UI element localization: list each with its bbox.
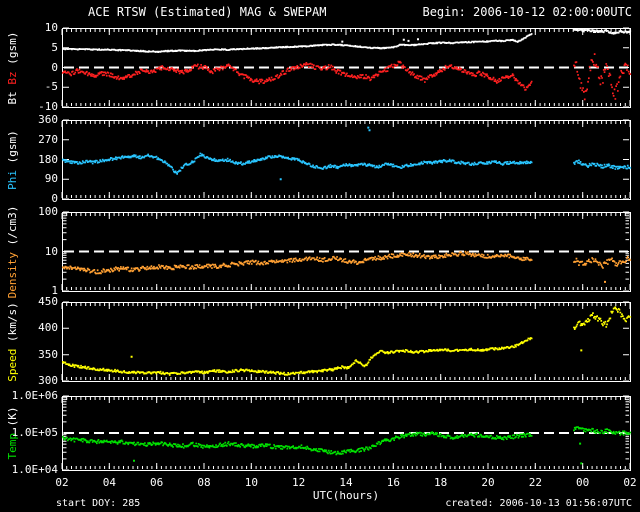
- y-tick-label: 270: [38, 132, 58, 146]
- y-ticks: [63, 119, 629, 200]
- chart-canvas: [61, 27, 632, 471]
- x-tick-label: 18: [434, 476, 448, 489]
- x-tick-label: 02: [623, 476, 637, 489]
- x-major-ticks: [61, 303, 631, 380]
- panel-frame-speed: [62, 302, 631, 382]
- x-minor-ticks: [61, 121, 631, 198]
- y-tick-label: 450: [38, 295, 58, 308]
- y-tick-label: 180: [38, 152, 58, 166]
- x-tick-label: 00: [576, 476, 590, 489]
- y-tick-label: 400: [38, 321, 58, 335]
- x-tick-label: 14: [339, 476, 353, 489]
- series-Bt: [62, 29, 632, 53]
- series-Phi: [62, 126, 632, 181]
- x-tick-label: 22: [528, 476, 542, 489]
- x-tick-label: 04: [102, 476, 116, 489]
- series-Temp: [62, 426, 632, 465]
- y-tick-label: 90: [44, 172, 58, 186]
- x-major-ticks: [61, 121, 631, 198]
- y-tick-label: 5: [51, 40, 58, 54]
- x-tick-label: 08: [197, 476, 211, 489]
- y-tick-label: 1.0E+05: [11, 426, 58, 439]
- y-tick-label: -5: [44, 80, 58, 94]
- y-tick-label: 1.0E+06: [11, 389, 58, 402]
- x-minor-ticks: [61, 303, 631, 380]
- series-Density: [62, 250, 632, 283]
- y-tick-label: -10: [38, 100, 58, 113]
- x-tick-label: 06: [150, 476, 164, 489]
- panel-frame-phi: [62, 120, 631, 200]
- y-ticks: [63, 301, 629, 382]
- x-tick-label: 02: [55, 476, 69, 489]
- y-tick-label: 10: [44, 244, 58, 258]
- y-tick-label: 300: [38, 374, 58, 387]
- y-tick-label: 1.0E+04: [11, 463, 58, 476]
- ace-rtsw-plot-window: ACE RTSW (Estimated) MAG & SWEPAM Begin:…: [0, 0, 640, 512]
- y-tick-label: 0: [51, 60, 58, 74]
- x-tick-label: 12: [292, 476, 306, 489]
- x-tick-label: 16: [386, 476, 400, 489]
- series-Bz: [62, 53, 632, 101]
- y-tick-label: 10: [44, 21, 58, 34]
- series-Speed: [62, 306, 632, 376]
- x-tick-label: 10: [244, 476, 258, 489]
- y-tick-label: 0: [51, 192, 58, 205]
- y-tick-label: 100: [38, 205, 58, 218]
- y-tick-label: 350: [38, 347, 58, 361]
- y-tick-label: 360: [38, 113, 58, 126]
- x-tick-label: 20: [481, 476, 495, 489]
